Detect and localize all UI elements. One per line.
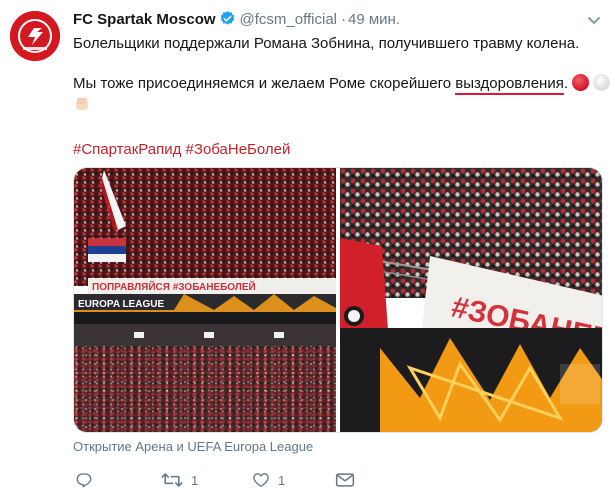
envelope-icon [335, 472, 355, 488]
like-count: 1 [278, 472, 286, 488]
author-handle[interactable]: @fcsm_official [240, 11, 337, 28]
direct-message-button[interactable] [335, 470, 355, 490]
highlighted-word: выздоровления [455, 75, 564, 95]
verified-badge-icon [219, 10, 236, 33]
photo-sponsor-text: EUROPA LEAGUE [78, 299, 164, 310]
media-caption[interactable]: Открытие Арена и UEFA Europa League [73, 439, 313, 455]
tweet-text-line-2: Мы тоже присоединяемся и желаем Роме ско… [73, 74, 610, 95]
photo-fans-banner[interactable]: #ЗОБАНЕБОЛЕ [340, 168, 602, 432]
red-ball-emoji-icon [572, 74, 589, 91]
media-grid: ПОПРАВЛЯЙСЯ #ЗОБАНЕБОЛЕЙ EUROPA LEAGUE [73, 167, 603, 433]
raised-fist-emoji-icon [73, 95, 91, 113]
tweet-text-line-2-end: . [563, 75, 568, 92]
white-ball-emoji-icon [593, 74, 610, 91]
photo-stadium-stands[interactable]: ПОПРАВЛЯЙСЯ #ЗОБАНЕБОЛЕЙ EUROPA LEAGUE [74, 168, 336, 432]
author-name[interactable]: FC Spartak Moscow [73, 11, 216, 28]
heart-icon [252, 471, 270, 489]
tweet-text-line-1: Болельщики поддержали Романа Зобнина, по… [73, 35, 580, 52]
reply-button[interactable] [75, 470, 101, 490]
header-separator: · [341, 11, 347, 28]
spartak-logo [10, 11, 60, 61]
avatar[interactable] [10, 11, 60, 61]
tweet-actions: 1 1 [73, 470, 473, 490]
chevron-down-icon[interactable] [587, 13, 601, 25]
hashtags: #СпартакРапид #ЗобаНеБолей [73, 140, 290, 160]
like-button[interactable]: 1 [252, 470, 285, 490]
retweet-button[interactable]: 1 [161, 470, 198, 490]
tweet-card: FC Spartak Moscow @fcsm_official · 49 мин. … [0, 0, 615, 500]
hashtag-zoba-ne-bolei[interactable]: #ЗобаНеБолей [186, 141, 291, 158]
retweet-icon [161, 471, 183, 489]
tweet-text-line-2-start: Мы тоже присоединяемся и желаем Роме ско… [73, 75, 456, 92]
photo-banner-text: ПОПРАВЛЯЙСЯ #ЗОБАНЕБОЛЕЙ [92, 280, 256, 293]
tweet-header: FC Spartak Moscow @fcsm_official · 49 мин. [73, 10, 400, 30]
tweet-timestamp[interactable]: 49 мин. [348, 11, 400, 28]
retweet-count: 1 [191, 472, 199, 488]
reply-icon [75, 471, 93, 489]
hashtag-spartak-rapid[interactable]: #СпартакРапид [73, 141, 181, 158]
